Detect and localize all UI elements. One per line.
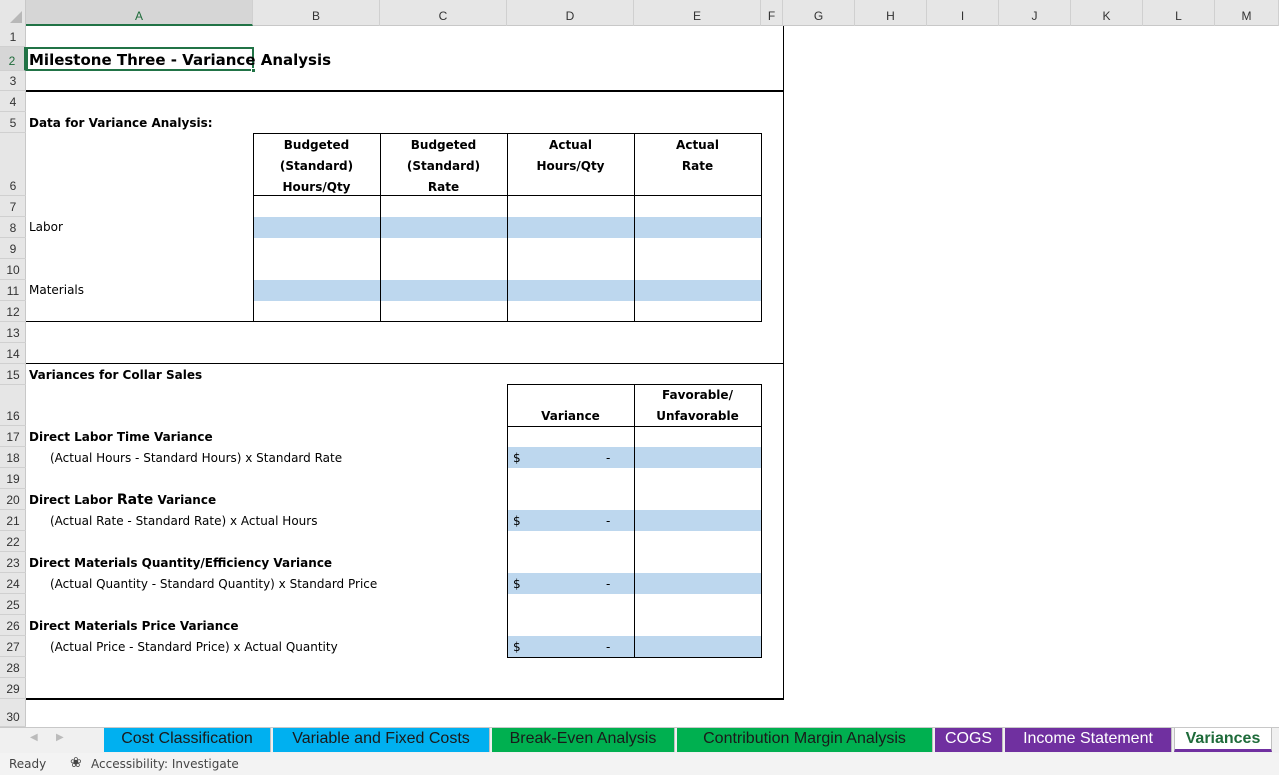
table-border (761, 133, 762, 322)
header-line: Hours/Qty (536, 159, 605, 173)
variance-value[interactable]: - (606, 577, 610, 591)
status-bar: Ready ❀ Accessibility: Investigate (0, 753, 1279, 775)
sheet-tab-income-statement[interactable]: Income Statement (1005, 728, 1172, 752)
variance-title-text: Direct Labor Time Variance (29, 430, 213, 444)
accessibility-icon: ❀ (70, 755, 82, 771)
header-line: Budgeted (283, 138, 350, 152)
variance-value[interactable]: - (606, 640, 610, 654)
variance-title: Direct Materials Quantity/Efficiency Var… (29, 556, 332, 570)
table-border (26, 321, 762, 322)
sheet-tab-variances[interactable]: Variances (1174, 728, 1272, 752)
page-border-right (783, 26, 784, 700)
header-line: Unfavorable (656, 409, 739, 423)
currency-symbol: $ (513, 514, 521, 528)
variance-title-text: Direct Materials Price Variance (29, 619, 239, 633)
variance-title-text: Direct Materials Quantity/Efficiency Var… (29, 556, 333, 570)
scroll-tabs-left-icon[interactable]: ◀ (30, 732, 38, 743)
sheet-tab-variable-and-fixed-costs[interactable]: Variable and Fixed Costs (273, 728, 490, 752)
header-actual-hours: Actual Hours/Qty (507, 135, 634, 177)
header-actual-rate: Actual Rate (634, 135, 761, 177)
currency-symbol: $ (513, 451, 521, 465)
header-line: Rate (681, 159, 714, 173)
sheet-tab-cogs[interactable]: COGS (935, 728, 1003, 752)
header-line: Hours/Qty (282, 180, 351, 194)
header-favorable-unfavorable: Favorable/ Unfavorable (634, 385, 761, 427)
header-variance: Variance (541, 409, 600, 423)
variance-value[interactable]: - (606, 514, 610, 528)
scroll-tabs-right-icon[interactable]: ▶ (56, 732, 64, 743)
variance-title-emphasis: Rate (116, 492, 154, 508)
variance-formula: (Actual Hours - Standard Hours) x Standa… (50, 451, 343, 465)
header-line: Actual (549, 138, 592, 152)
header-line: (Standard) (279, 159, 354, 173)
section-divider (26, 698, 784, 700)
header-budgeted-rate: Budgeted (Standard) Rate (380, 135, 507, 198)
row-label-labor: Labor (29, 220, 63, 234)
sheet-tab-bar: ◀ ▶ Cost Classification Variable and Fixe… (0, 727, 1279, 753)
variance-value[interactable]: - (606, 451, 610, 465)
table-border (761, 384, 762, 658)
variance-title: Direct Labor Time Variance (29, 430, 213, 444)
variance-formula: (Actual Price - Standard Price) x Actual… (50, 640, 338, 654)
sheet-tab-contribution-margin-analysis[interactable]: Contribution Margin Analysis (677, 728, 933, 752)
sheet-tab-cost-classification[interactable]: Cost Classification (104, 728, 271, 752)
section-divider (26, 90, 783, 92)
header-line: Budgeted (410, 138, 477, 152)
header-budgeted-hours: Budgeted (Standard) Hours/Qty (253, 135, 380, 198)
variance-title-text: Direct Labor (29, 493, 117, 507)
header-line: Favorable/ (662, 388, 733, 402)
variance-title: Direct Labor Rate Variance (29, 492, 216, 508)
sheet-tab-break-even-analysis[interactable]: Break-Even Analysis (492, 728, 675, 752)
currency-symbol: $ (513, 577, 521, 591)
header-line: (Standard) (406, 159, 481, 173)
section-divider (26, 363, 783, 364)
variance-title: Direct Materials Price Variance (29, 619, 239, 633)
data-section-heading: Data for Variance Analysis: (29, 116, 213, 130)
status-ready: Ready (9, 757, 47, 771)
accessibility-status[interactable]: Accessibility: Investigate (91, 757, 239, 771)
variance-formula: (Actual Rate - Standard Rate) x Actual H… (50, 514, 318, 528)
sheet-title: Milestone Three - Variance Analysis (29, 51, 332, 69)
variance-section-heading: Variances for Collar Sales (29, 368, 203, 382)
currency-symbol: $ (513, 640, 521, 654)
variance-title-text: Variance (153, 493, 217, 507)
header-line: Actual (676, 138, 719, 152)
row-label-materials: Materials (29, 283, 85, 297)
header-line: Rate (427, 180, 460, 194)
variance-formula: (Actual Quantity - Standard Quantity) x … (50, 577, 378, 591)
